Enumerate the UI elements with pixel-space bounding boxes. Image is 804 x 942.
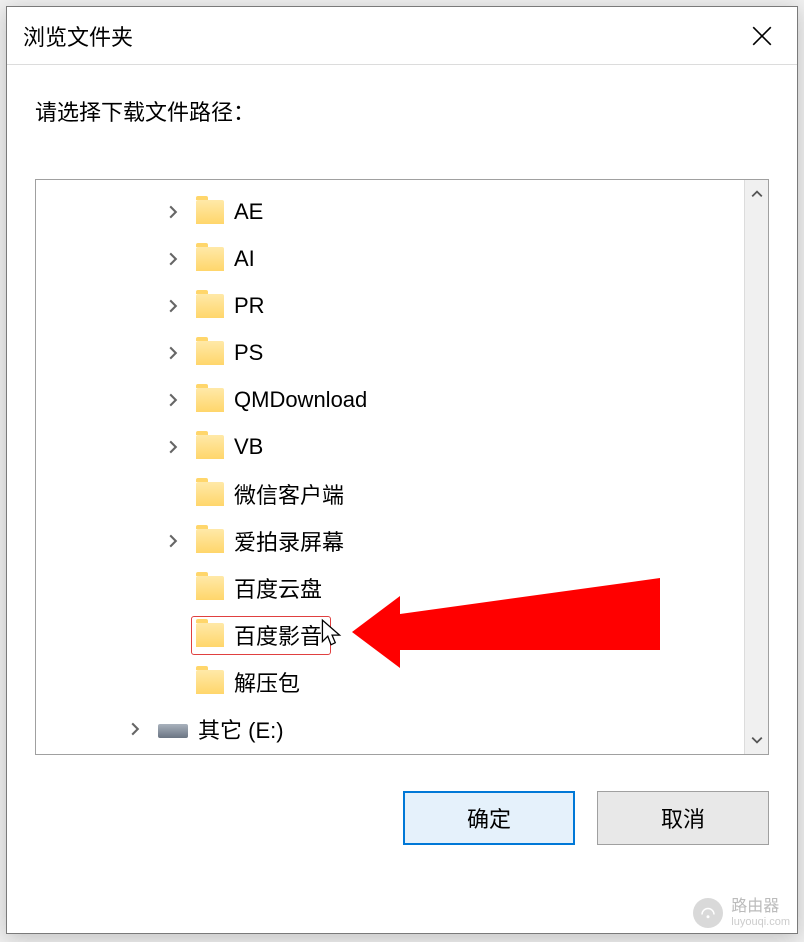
chevron-down-icon (751, 734, 763, 746)
folder-icon (196, 482, 224, 506)
folder-icon (196, 529, 224, 553)
chevron-right-icon (166, 440, 180, 454)
chevron-right-icon (166, 252, 180, 266)
watermark-name: 路由器 (731, 898, 790, 916)
tree-item[interactable]: PS (36, 329, 768, 376)
prompt-label: 请选择下载文件路径： (35, 95, 769, 127)
chevron-right-icon (166, 393, 180, 407)
expand-toggle[interactable] (162, 389, 184, 411)
tree-item[interactable]: 百度影音 (36, 611, 768, 658)
tree-item[interactable]: QMDownload (36, 376, 768, 423)
tree-item[interactable]: 其它 (E:) (36, 705, 768, 752)
folder-icon (196, 341, 224, 365)
dialog-title: 浏览文件夹 (23, 20, 133, 52)
tree-item-label: 微信客户端 (234, 478, 344, 510)
folder-icon (196, 670, 224, 694)
dialog-content: 请选择下载文件路径： AE AI PR PS QMDownload VB 微信客户端爱拍录屏… (7, 65, 797, 755)
tree-item-label: AE (234, 199, 263, 225)
tree-item-label: QMDownload (234, 387, 367, 413)
tree-item-label: 百度云盘 (234, 572, 322, 604)
chevron-up-icon (751, 188, 763, 200)
tree-item[interactable]: 解压包 (36, 658, 768, 705)
expand-toggle[interactable] (162, 295, 184, 317)
tree-item[interactable]: AE (36, 188, 768, 235)
tree-item[interactable]: PR (36, 282, 768, 329)
tree-item[interactable]: VB (36, 423, 768, 470)
watermark: 路由器 luyouqi.com (693, 898, 790, 928)
tree-item-label: 百度影音 (234, 619, 322, 651)
expand-toggle[interactable] (162, 248, 184, 270)
button-row: 确定 取消 (7, 755, 797, 845)
chevron-right-icon (128, 722, 142, 736)
tree-item-label: VB (234, 434, 263, 460)
folder-icon (196, 435, 224, 459)
chevron-right-icon (166, 299, 180, 313)
tree-item-label: PS (234, 340, 263, 366)
close-button[interactable] (739, 13, 785, 59)
browse-folder-dialog: 浏览文件夹 请选择下载文件路径： AE AI PR PS QMDownload VB 微信客… (6, 6, 798, 934)
tree-item-label: 爱拍录屏幕 (234, 525, 344, 557)
expand-toggle[interactable] (162, 530, 184, 552)
cancel-label: 取消 (661, 802, 705, 834)
folder-icon (196, 294, 224, 318)
close-icon (751, 25, 773, 47)
folder-icon (196, 576, 224, 600)
tree-item-label: 解压包 (234, 666, 300, 698)
ok-button[interactable]: 确定 (403, 791, 575, 845)
ok-label: 确定 (467, 802, 511, 834)
scrollbar[interactable] (744, 180, 768, 754)
expand-toggle[interactable] (162, 201, 184, 223)
tree-item[interactable]: 微信客户端 (36, 470, 768, 517)
chevron-right-icon (166, 346, 180, 360)
expand-toggle[interactable] (124, 718, 146, 740)
drive-icon (158, 724, 188, 738)
expand-toggle[interactable] (162, 342, 184, 364)
watermark-icon (693, 898, 723, 928)
tree-item[interactable]: 爱拍录屏幕 (36, 517, 768, 564)
tree-item-label: PR (234, 293, 265, 319)
expand-toggle[interactable] (162, 436, 184, 458)
folder-icon (196, 200, 224, 224)
cancel-button[interactable]: 取消 (597, 791, 769, 845)
tree-item-label: 其它 (E:) (198, 713, 284, 745)
chevron-right-icon (166, 534, 180, 548)
scroll-down-button[interactable] (745, 726, 768, 754)
tree-item-label: AI (234, 246, 255, 272)
tree-item[interactable]: 百度云盘 (36, 564, 768, 611)
folder-icon (196, 247, 224, 271)
scroll-up-button[interactable] (745, 180, 768, 208)
titlebar: 浏览文件夹 (7, 7, 797, 65)
tree-item[interactable]: AI (36, 235, 768, 282)
chevron-right-icon (166, 205, 180, 219)
watermark-sub: luyouqi.com (731, 916, 790, 928)
folder-tree[interactable]: AE AI PR PS QMDownload VB 微信客户端爱拍录屏幕百度云盘百度影音解压… (35, 179, 769, 755)
folder-icon (196, 388, 224, 412)
folder-icon (196, 623, 224, 647)
